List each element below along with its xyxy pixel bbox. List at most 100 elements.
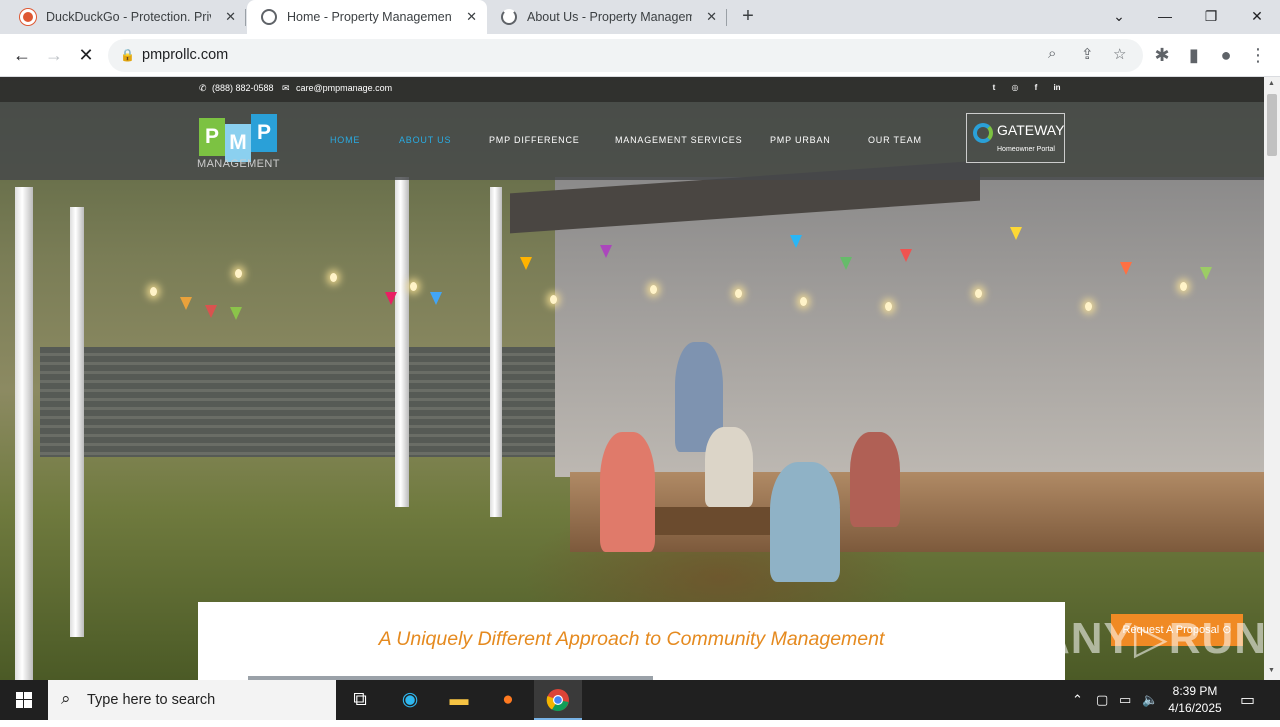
close-window-button[interactable]: ✕ — [1234, 0, 1280, 34]
hero-person — [705, 427, 753, 507]
string-light — [1180, 282, 1187, 291]
nav-our-team[interactable]: OUR TEAM — [868, 135, 922, 145]
clock-date: 4/16/2025 — [1168, 701, 1222, 715]
scroll-up-arrow[interactable]: ▲ — [1268, 80, 1275, 87]
profile-avatar[interactable]: ● — [1214, 44, 1238, 68]
forward-icon[interactable]: → — [42, 44, 66, 68]
twitter-icon[interactable]: t — [989, 83, 999, 93]
tab-title: About Us - Property Management Professio… — [527, 10, 692, 24]
page-scrollbar[interactable]: ▲ ▼ — [1264, 77, 1280, 680]
string-light — [650, 285, 657, 294]
tray-chevron-icon[interactable]: ⌃ — [1072, 692, 1083, 708]
instagram-icon[interactable]: ◎ — [1010, 83, 1020, 93]
duckduckgo-icon — [20, 9, 36, 25]
taskbar-search[interactable]: ⌕ Type here to search — [48, 680, 336, 720]
bunting-flag — [385, 292, 397, 305]
nav-home[interactable]: HOME — [330, 135, 360, 145]
tab-title: DuckDuckGo - Protection. Privacy. Peace … — [46, 10, 211, 24]
nav-about-us[interactable]: ABOUT US — [399, 135, 451, 145]
bunting-flag — [840, 257, 852, 270]
restore-button[interactable]: ❐ — [1188, 0, 1234, 34]
bunting-flag — [230, 307, 242, 320]
browser-toolbar: ← → ✕ 🔒 pmprollc.com ⌕ ⇪ ☆ ✱ ▮ ● ⋮ — [0, 34, 1280, 77]
linkedin-icon[interactable]: in — [1052, 83, 1062, 93]
nav-pmp-difference[interactable]: PMP DIFFERENCE — [489, 135, 580, 145]
facebook-icon[interactable]: f — [1031, 83, 1041, 93]
minimize-button[interactable]: — — [1142, 0, 1188, 34]
lock-icon[interactable]: 🔒 — [120, 48, 135, 62]
intro-card: A Uniquely Different Approach to Communi… — [198, 602, 1065, 680]
close-tab-icon[interactable]: ✕ — [466, 9, 477, 25]
phone-link[interactable]: (888) 882-0588 — [212, 83, 274, 93]
contact-bar: ✆ (888) 882-0588 ✉ care@pmpmanage.com t … — [0, 77, 1264, 102]
share-icon[interactable]: ⇪ — [1081, 45, 1094, 63]
loading-icon — [501, 9, 517, 25]
gateway-title: GATEWAY — [997, 122, 1065, 138]
edge-icon[interactable]: ◉ — [386, 680, 434, 720]
string-light — [235, 269, 242, 278]
nav-pmp-urban[interactable]: PMP URBAN — [770, 135, 831, 145]
notification-icon[interactable]: ▭ — [1240, 690, 1255, 710]
birch-trunk — [15, 187, 33, 680]
hero-person — [770, 462, 840, 582]
stop-loading-icon[interactable]: ✕ — [74, 44, 98, 68]
bunting-flag — [600, 245, 612, 258]
address-bar[interactable]: 🔒 pmprollc.com ⌕ ⇪ ☆ — [108, 39, 1143, 72]
chrome-icon[interactable] — [534, 680, 582, 720]
volume-icon[interactable]: 🔈 — [1142, 692, 1158, 708]
close-tab-icon[interactable]: ✕ — [706, 9, 717, 25]
taskbar: ⌕ Type here to search ⧉ ◉ ▬ ● ⌃ ▢ ▭ 🔈 8:… — [0, 680, 1280, 720]
network-icon[interactable]: ▭ — [1119, 692, 1131, 708]
device-icon[interactable]: ▢ — [1096, 692, 1108, 708]
string-light — [800, 297, 807, 306]
bunting-flag — [1120, 262, 1132, 275]
zoom-icon[interactable]: ⌕ — [1048, 45, 1056, 62]
scroll-down-arrow[interactable]: ▼ — [1268, 667, 1275, 674]
email-icon: ✉ — [282, 83, 290, 93]
start-button[interactable] — [0, 680, 48, 720]
extensions-icon[interactable]: ✱ — [1150, 44, 1174, 68]
gateway-portal-button[interactable]: GATEWAY Homeowner Portal — [966, 113, 1065, 163]
string-light — [735, 289, 742, 298]
new-tab-button[interactable]: + — [737, 6, 759, 28]
file-explorer-icon[interactable]: ▬ — [435, 680, 483, 720]
nav-management-services[interactable]: MANAGEMENT SERVICES — [615, 135, 742, 145]
globe-icon — [261, 9, 277, 25]
birch-trunk — [395, 177, 409, 507]
windows-logo-icon — [16, 692, 32, 708]
tab-duckduckgo[interactable]: DuckDuckGo - Protection. Privacy. Peace … — [6, 0, 246, 34]
anyrun-watermark: ANY▷RUN — [1038, 614, 1264, 663]
string-light — [550, 295, 557, 304]
side-panel-icon[interactable]: ▮ — [1182, 44, 1206, 68]
tagline: A Uniquely Different Approach to Communi… — [378, 628, 885, 650]
menu-kebab-icon[interactable]: ⋮ — [1246, 44, 1270, 68]
url-text[interactable]: pmprollc.com — [142, 47, 228, 63]
tab-search-icon[interactable]: ⌄ — [1096, 0, 1142, 34]
bookmark-star-icon[interactable]: ☆ — [1113, 45, 1126, 63]
gateway-logo-icon — [973, 123, 993, 143]
pmp-logo[interactable]: P M P MANAGEMENT — [197, 110, 281, 172]
hero-person — [850, 432, 900, 527]
search-placeholder[interactable]: Type here to search — [87, 692, 215, 708]
tab-about-us[interactable]: About Us - Property Management Professio… — [487, 0, 727, 34]
string-light — [150, 287, 157, 296]
hero-fence — [40, 347, 560, 457]
taskbar-clock[interactable]: 8:39 PM 4/16/2025 — [1162, 683, 1228, 717]
phone-icon: ✆ — [199, 83, 207, 93]
birch-trunk — [70, 207, 84, 637]
birch-trunk — [490, 187, 502, 517]
scroll-thumb[interactable] — [1267, 94, 1277, 156]
bunting-flag — [520, 257, 532, 270]
hero-person — [600, 432, 655, 552]
clock-time: 8:39 PM — [1172, 684, 1218, 698]
email-link[interactable]: care@pmpmanage.com — [296, 83, 392, 93]
web-page: ✆ (888) 882-0588 ✉ care@pmpmanage.com t … — [0, 77, 1264, 680]
tab-home[interactable]: Home - Property Management Professionals… — [247, 0, 487, 34]
close-tab-icon[interactable]: ✕ — [225, 9, 236, 25]
logo-letter: P — [251, 114, 277, 152]
tab-strip: DuckDuckGo - Protection. Privacy. Peace … — [0, 0, 1280, 34]
back-icon[interactable]: ← — [10, 44, 34, 68]
firefox-icon[interactable]: ● — [484, 680, 532, 720]
search-icon: ⌕ — [61, 689, 71, 708]
task-view-icon[interactable]: ⧉ — [336, 680, 384, 720]
